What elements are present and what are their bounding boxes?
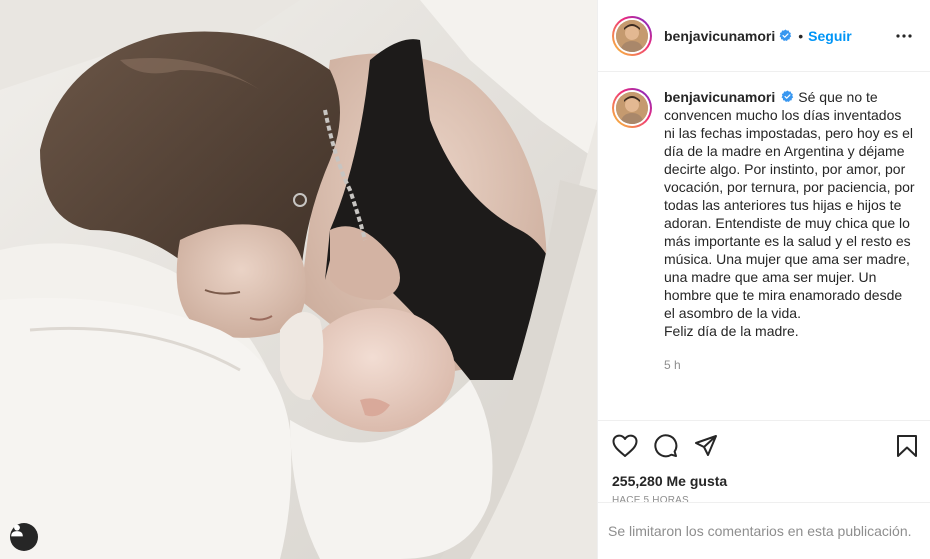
post-photo[interactable]: [0, 0, 597, 559]
share-button[interactable]: [694, 434, 718, 458]
save-button[interactable]: [896, 434, 918, 458]
heart-icon: [612, 434, 638, 457]
caption-avatar[interactable]: [612, 88, 652, 128]
action-bar: [598, 421, 930, 471]
caption-body: benjavicunamori Sé que no te convencen mu…: [664, 88, 916, 374]
user-tag-icon: [11, 524, 23, 537]
likes-count[interactable]: 255,280 Me gusta: [598, 471, 930, 491]
caption-text: benjavicunamori Sé que no te convencen mu…: [664, 88, 916, 340]
author-avatar[interactable]: [612, 15, 652, 56]
avatar-image: [616, 92, 648, 124]
post-caption: benjavicunamori Sé que no te convencen mu…: [612, 88, 916, 374]
more-options-icon: [896, 33, 912, 38]
separator-dot: •: [798, 27, 804, 44]
caption-username[interactable]: benjavicunamori: [664, 89, 775, 105]
avatar-image: [616, 19, 648, 52]
post-header: benjavicunamori • Seguir: [598, 0, 930, 72]
comments-disabled-notice: Se limitaron los comentarios en esta pub…: [598, 502, 930, 559]
more-options-button[interactable]: [892, 30, 916, 42]
comments-section: benjavicunamori Sé que no te convencen mu…: [598, 72, 930, 421]
author-username[interactable]: benjavicunamori: [664, 28, 775, 44]
author-info: benjavicunamori • Seguir: [664, 28, 852, 44]
caption-time[interactable]: 5 h: [664, 356, 916, 374]
bookmark-icon: [897, 435, 917, 457]
post-image: [0, 0, 597, 559]
verified-badge-icon: [779, 29, 792, 42]
share-icon: [695, 435, 717, 456]
verified-badge-icon: [781, 90, 794, 103]
user-tag-button[interactable]: [10, 523, 38, 551]
like-button[interactable]: [612, 434, 638, 458]
post-side-panel: benjavicunamori • Seguir benjavicunamori…: [597, 0, 930, 559]
comment-button[interactable]: [654, 434, 678, 458]
comment-icon: [654, 434, 678, 458]
caption-message: Sé que no te convencen mucho los días in…: [664, 89, 915, 339]
follow-button[interactable]: Seguir: [808, 28, 852, 44]
